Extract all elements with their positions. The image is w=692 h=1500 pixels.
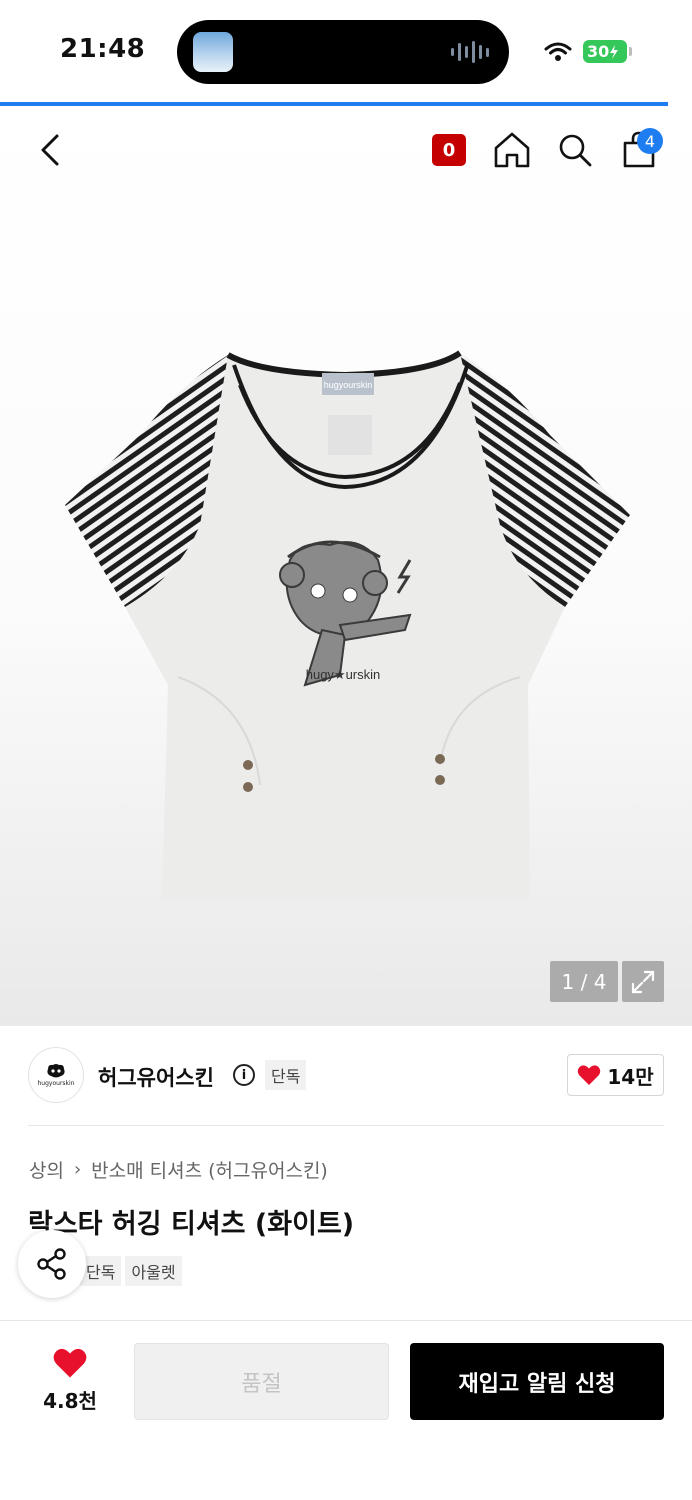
expand-icon <box>631 970 655 993</box>
wifi-icon <box>544 42 572 61</box>
breadcrumb-category[interactable]: 상의 <box>29 1156 64 1183</box>
neck-label-text: hugyourskin <box>324 380 373 390</box>
charging-bolt-icon <box>610 44 619 59</box>
brand-like-button[interactable]: 14만 <box>567 1054 664 1096</box>
heart-icon <box>578 1065 601 1085</box>
wishlist-button[interactable]: 4.8천 <box>30 1347 110 1414</box>
search-icon <box>559 134 592 167</box>
home-button[interactable] <box>488 120 536 180</box>
chevron-left-icon <box>41 134 59 166</box>
product-tags: 단독 아울렛 <box>80 1256 182 1286</box>
now-playing-thumbnail <box>193 32 233 72</box>
event-badge-button[interactable]: 0 <box>432 134 466 166</box>
back-button[interactable] <box>26 120 74 180</box>
wishlist-count: 4.8천 <box>43 1389 97 1413</box>
chevron-right-icon: › <box>73 1159 82 1180</box>
breadcrumb-subcategory[interactable]: 반소매 티셔츠 (허그유어스킨) <box>91 1156 328 1183</box>
product-title: 락스타 허깅 티셔츠 (화이트) <box>28 1209 355 1240</box>
brand-logo[interactable]: hugyourskin <box>28 1047 84 1103</box>
status-time: 21:48 <box>60 34 146 64</box>
image-counter: 1 / 4 <box>550 961 618 1002</box>
info-icon[interactable]: i <box>233 1064 255 1086</box>
share-icon <box>37 1248 66 1280</box>
cart-count-badge: 4 <box>637 128 663 154</box>
print-text: hugy★urskin <box>306 667 381 682</box>
home-icon <box>494 132 530 168</box>
top-nav: 0 <box>0 120 692 180</box>
share-button[interactable] <box>18 1230 86 1298</box>
breadcrumb: 상의 › 반소매 티셔츠 (허그유어스킨) <box>29 1156 328 1183</box>
brand-name-link[interactable]: 허그유어스킨 <box>98 1062 214 1092</box>
status-bar: 21:48 30 <box>0 0 692 100</box>
heart-icon <box>53 1348 87 1378</box>
expand-image-button[interactable] <box>622 961 664 1002</box>
exclusive-chip: 단독 <box>265 1060 307 1090</box>
product-image[interactable]: hugyourskin hugy★urskin <box>60 345 635 905</box>
tag-exclusive: 단독 <box>80 1256 122 1286</box>
battery-indicator: 30 <box>583 40 632 63</box>
dynamic-island <box>177 20 509 84</box>
brand-like-count: 14만 <box>607 1064 654 1089</box>
tag-outlet: 아울렛 <box>125 1256 182 1286</box>
battery-tail <box>629 47 632 56</box>
battery-level: 30 <box>587 42 610 61</box>
restock-alert-button[interactable]: 재입고 알림 신청 <box>410 1343 664 1420</box>
brand-logo-mark-icon <box>47 1064 65 1078</box>
brand-row: hugyourskin 허그유어스킨 i 단독 14만 <box>28 1040 664 1110</box>
audio-wave-icon <box>451 40 489 64</box>
brand-logo-text: hugyourskin <box>37 1080 75 1087</box>
search-button[interactable] <box>551 120 599 180</box>
bottom-action-bar: 4.8천 품절 재입고 알림 신청 <box>0 1320 692 1500</box>
divider <box>28 1125 664 1126</box>
soldout-button[interactable]: 품절 <box>134 1343 389 1420</box>
